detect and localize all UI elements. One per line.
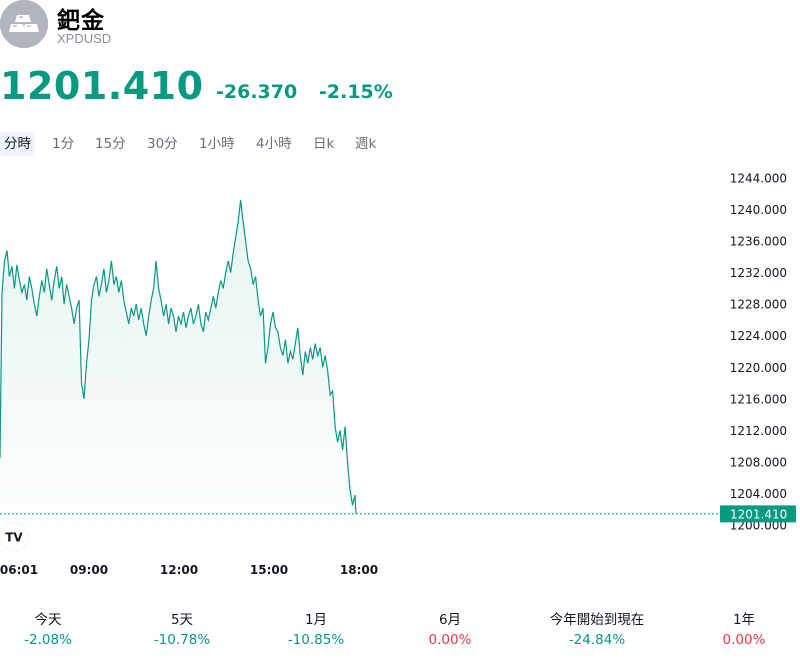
perf-label: 今年開始到現在 bbox=[549, 612, 645, 628]
tab-30min[interactable]: 30分 bbox=[143, 132, 182, 156]
perf-1month[interactable]: 1月 -10.85% bbox=[246, 610, 386, 650]
y-tick-label: 1244.000 bbox=[730, 172, 787, 186]
y-tick-label: 1224.000 bbox=[730, 329, 787, 343]
perf-1year[interactable]: 1年 0.00% bbox=[674, 610, 800, 650]
tradingview-logo-icon: TV bbox=[5, 531, 23, 545]
current-price: 1201.410 bbox=[0, 64, 204, 108]
y-axis: 1200.0001204.0001208.0001212.0001216.000… bbox=[730, 172, 787, 533]
last-price-label: 1201.410 bbox=[730, 507, 787, 521]
y-tick-label: 1204.000 bbox=[730, 487, 787, 501]
perf-value: 0.00% bbox=[428, 632, 472, 648]
tab-4hour[interactable]: 4小時 bbox=[252, 132, 296, 156]
perf-label: 1年 bbox=[732, 612, 756, 628]
y-tick-label: 1228.000 bbox=[730, 298, 787, 312]
perf-label: 1月 bbox=[304, 612, 328, 628]
perf-value: -24.84% bbox=[568, 632, 626, 648]
y-tick-label: 1220.000 bbox=[730, 361, 787, 375]
y-tick-label: 1240.000 bbox=[730, 203, 787, 217]
perf-today[interactable]: 今天 -2.08% bbox=[0, 610, 118, 650]
y-tick-label: 1212.000 bbox=[730, 424, 787, 438]
price-chart[interactable]: 1200.0001204.0001208.0001212.0001216.000… bbox=[0, 165, 800, 585]
tab-intraday[interactable]: 分時 bbox=[0, 132, 35, 156]
x-tick-label: 06:01 bbox=[0, 563, 38, 577]
x-tick-label: 15:00 bbox=[250, 563, 288, 577]
tab-1hour[interactable]: 1小時 bbox=[195, 132, 239, 156]
x-axis: 06:01 09:00 12:00 15:00 18:00 bbox=[0, 563, 378, 577]
y-tick-label: 1208.000 bbox=[730, 455, 787, 469]
price-change: -26.370 bbox=[216, 81, 298, 103]
perf-5day[interactable]: 5天 -10.78% bbox=[112, 610, 252, 650]
tradingview-logo[interactable]: TV bbox=[0, 522, 29, 552]
last-price-badge: 1201.410 bbox=[720, 505, 796, 523]
perf-ytd[interactable]: 今年開始到現在 -24.84% bbox=[527, 610, 667, 650]
gold-bars-icon bbox=[0, 0, 48, 48]
perf-label: 6月 bbox=[438, 612, 462, 628]
perf-value: 0.00% bbox=[722, 632, 766, 648]
perf-value: -10.78% bbox=[153, 632, 211, 648]
y-tick-label: 1236.000 bbox=[730, 235, 787, 249]
perf-value: -2.08% bbox=[24, 632, 72, 648]
x-tick-label: 12:00 bbox=[160, 563, 198, 577]
tab-15min[interactable]: 15分 bbox=[91, 132, 130, 156]
asset-avatar bbox=[0, 0, 48, 48]
y-tick-label: 1232.000 bbox=[730, 266, 787, 280]
perf-label: 5天 bbox=[170, 612, 194, 628]
perf-label: 今天 bbox=[34, 612, 62, 628]
perf-value: -10.85% bbox=[287, 632, 345, 648]
tab-weekly[interactable]: 週k bbox=[351, 132, 380, 156]
x-tick-label: 09:00 bbox=[70, 563, 108, 577]
price-area bbox=[0, 200, 356, 525]
asset-symbol: XPDUSD bbox=[57, 31, 112, 46]
tab-daily[interactable]: 日k bbox=[309, 132, 338, 156]
price-change-percent: -2.15% bbox=[319, 81, 393, 103]
asset-name: 鈀金 bbox=[57, 8, 105, 34]
x-tick-label: 18:00 bbox=[340, 563, 378, 577]
perf-6month[interactable]: 6月 0.00% bbox=[380, 610, 520, 650]
y-tick-label: 1216.000 bbox=[730, 392, 787, 406]
tab-1min[interactable]: 1分 bbox=[48, 132, 78, 156]
